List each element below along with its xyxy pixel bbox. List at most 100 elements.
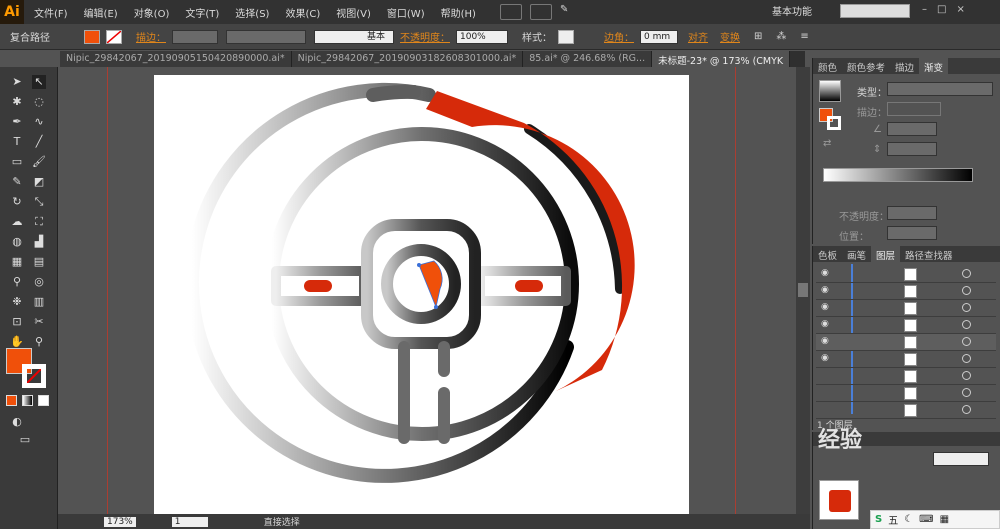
- keyboard-icon[interactable]: ⌨: [919, 514, 933, 525]
- menu-effect[interactable]: 效果(C): [285, 5, 320, 20]
- tab-document-3[interactable]: 85.ai* @ 246.68% (RG...: [523, 51, 653, 67]
- menu-help[interactable]: 帮助(H): [441, 5, 476, 20]
- panel-menu-icon[interactable]: ≡: [800, 31, 808, 42]
- selection-tool-icon[interactable]: ➤: [10, 75, 24, 89]
- gradient-type-dropdown[interactable]: [887, 82, 993, 96]
- maximize-icon[interactable]: □: [937, 4, 946, 15]
- magic-wand-icon[interactable]: ✱: [10, 95, 24, 109]
- stroke-gradient-buttons[interactable]: [887, 102, 941, 116]
- shape-builder-icon[interactable]: ◍: [10, 235, 24, 249]
- mesh-icon[interactable]: ▦: [10, 255, 24, 269]
- target-circle-icon[interactable]: [962, 286, 971, 295]
- layer-row[interactable]: ◉: [816, 283, 996, 300]
- menu-edit[interactable]: 编辑(E): [84, 5, 118, 20]
- tab-document-active[interactable]: 未标题-23* @ 173% (CMYK: [652, 51, 791, 67]
- eraser-icon[interactable]: ◩: [32, 175, 46, 189]
- menu-window[interactable]: 窗口(W): [387, 5, 425, 20]
- gradient-opacity-input[interactable]: [887, 206, 937, 220]
- artboard-tool-icon[interactable]: ⊡: [10, 315, 24, 329]
- ime-logo-icon[interactable]: S: [875, 514, 882, 525]
- layer-row[interactable]: ◉: [816, 317, 996, 334]
- visibility-eye-icon[interactable]: ◉: [821, 319, 829, 329]
- stroke-color-box[interactable]: [22, 364, 46, 388]
- appearance-opacity-input[interactable]: [933, 452, 989, 466]
- zoom-input[interactable]: 173%: [104, 516, 136, 527]
- layer-row[interactable]: [816, 385, 996, 402]
- target-circle-icon[interactable]: [962, 337, 971, 346]
- visibility-eye-icon[interactable]: ◉: [821, 268, 829, 278]
- draw-mode-icon[interactable]: ◐: [10, 415, 24, 429]
- artboard[interactable]: [154, 75, 689, 519]
- minimize-icon[interactable]: –: [922, 4, 927, 15]
- gpu-performance-icon[interactable]: ✎: [560, 4, 582, 20]
- layer-row[interactable]: [816, 402, 996, 419]
- rotate-icon[interactable]: ↻: [10, 195, 24, 209]
- tab-brushes[interactable]: 画笔: [842, 246, 871, 262]
- target-circle-icon[interactable]: [962, 354, 971, 363]
- corner-label[interactable]: 边角：: [604, 29, 634, 44]
- layer-row[interactable]: ◉: [816, 334, 996, 351]
- aspect-ratio-input[interactable]: [887, 142, 937, 156]
- visibility-eye-icon[interactable]: ◉: [821, 353, 829, 363]
- scale-icon[interactable]: ⤡: [32, 195, 46, 209]
- bridge-icon[interactable]: [499, 4, 522, 20]
- stroke-weight-dropdown[interactable]: [172, 29, 218, 44]
- hand-tool-icon[interactable]: ✋: [10, 335, 24, 349]
- tab-color[interactable]: 颜色: [813, 58, 842, 74]
- angle-input[interactable]: [887, 122, 937, 136]
- visibility-eye-icon[interactable]: ◉: [821, 302, 829, 312]
- page-input[interactable]: 1: [171, 516, 208, 527]
- blend-icon[interactable]: ◎: [32, 275, 46, 289]
- tab-swatches[interactable]: 色板: [813, 246, 842, 262]
- scroll-thumb[interactable]: [798, 283, 808, 297]
- opacity-label[interactable]: 不透明度：: [400, 29, 450, 44]
- target-circle-icon[interactable]: [962, 405, 971, 414]
- vertical-scrollbar[interactable]: [796, 67, 810, 514]
- gradient-position-input[interactable]: [887, 226, 937, 240]
- visibility-eye-icon[interactable]: ◉: [821, 336, 829, 346]
- pen-tool-icon[interactable]: ✒: [10, 115, 24, 129]
- color-mode-icon[interactable]: [6, 395, 17, 406]
- graphic-style-swatch[interactable]: [558, 29, 574, 44]
- menu-file[interactable]: 文件(F): [34, 5, 68, 20]
- isolate-icon[interactable]: ⊞: [754, 31, 762, 42]
- target-circle-icon[interactable]: [962, 303, 971, 312]
- curvature-tool-icon[interactable]: ∿: [32, 115, 46, 129]
- slice-tool-icon[interactable]: ✂: [32, 315, 46, 329]
- gradient-tool-icon[interactable]: ▤: [32, 255, 46, 269]
- gradient-stroke-swatch[interactable]: [827, 116, 841, 130]
- screen-mode-icon[interactable]: ▭: [18, 433, 32, 447]
- rectangle-tool-icon[interactable]: ▭: [10, 155, 24, 169]
- column-graph-icon[interactable]: ▥: [32, 295, 46, 309]
- menu-select[interactable]: 选择(S): [235, 5, 269, 20]
- target-circle-icon[interactable]: [962, 371, 971, 380]
- eyedropper-icon[interactable]: ⚲: [10, 275, 24, 289]
- free-transform-icon[interactable]: ⛶: [32, 215, 46, 229]
- layer-row[interactable]: ◉: [816, 300, 996, 317]
- stroke-label[interactable]: 描边：: [136, 29, 166, 44]
- steering-wheel-artwork[interactable]: [154, 75, 689, 519]
- target-circle-icon[interactable]: [962, 320, 971, 329]
- corner-radius-input[interactable]: 0 mm: [640, 29, 678, 44]
- appearance-thumbnail[interactable]: [819, 480, 859, 520]
- workspace-switcher[interactable]: 基本功能: [772, 3, 812, 18]
- fill-swatch[interactable]: [84, 29, 100, 44]
- shirt-icon[interactable]: ▦: [940, 514, 949, 525]
- target-circle-icon[interactable]: [962, 269, 971, 278]
- gradient-mode-icon[interactable]: [22, 395, 33, 406]
- menu-type[interactable]: 文字(T): [185, 5, 219, 20]
- recolor-icon[interactable]: ⁂: [776, 31, 786, 42]
- layer-row[interactable]: ◉: [816, 351, 996, 368]
- layer-row[interactable]: [816, 368, 996, 385]
- paintbrush-icon[interactable]: 🖌: [32, 155, 46, 169]
- menu-object[interactable]: 对象(O): [134, 5, 170, 20]
- tab-pathfinder[interactable]: 路径查找器: [900, 246, 958, 262]
- search-input[interactable]: [840, 4, 910, 18]
- warp-icon[interactable]: ☁: [10, 215, 24, 229]
- pencil-icon[interactable]: ✎: [10, 175, 24, 189]
- canvas-area[interactable]: [58, 67, 796, 519]
- align-link[interactable]: 对齐: [688, 29, 708, 44]
- zoom-tool-icon[interactable]: ⚲: [32, 335, 46, 349]
- tab-gradient[interactable]: 渐变: [919, 58, 949, 74]
- direct-selection-tool-icon[interactable]: ↖: [32, 75, 46, 89]
